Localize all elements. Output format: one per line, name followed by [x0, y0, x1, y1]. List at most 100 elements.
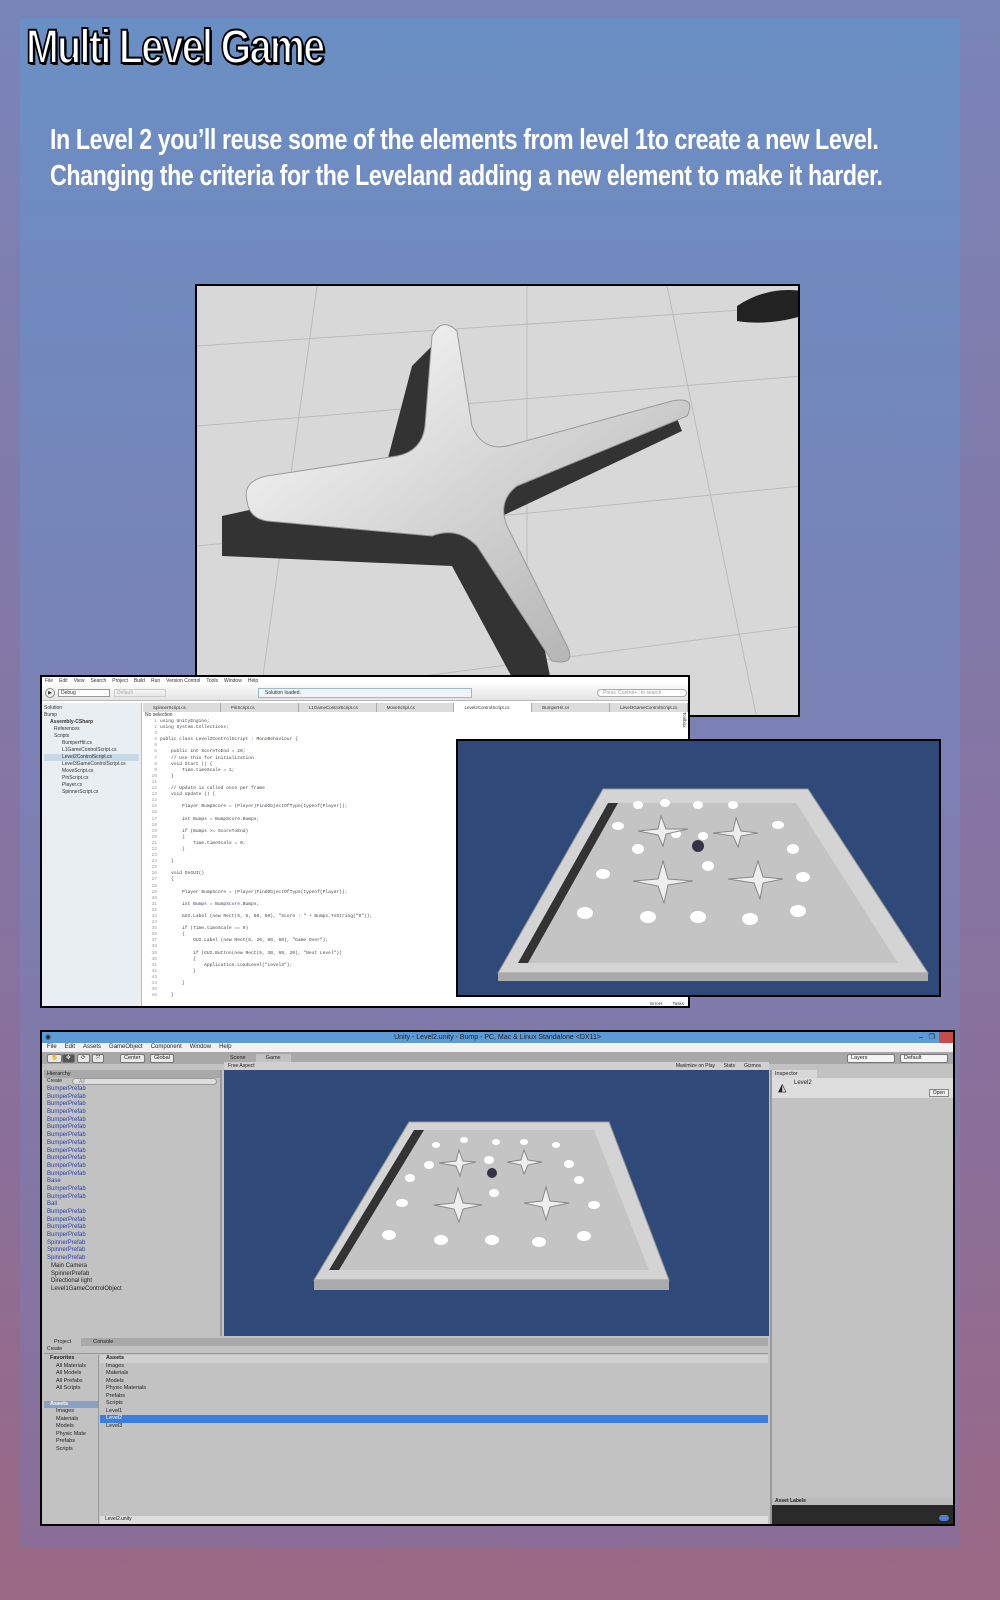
close-button[interactable]: [939, 1032, 953, 1043]
folder-item[interactable]: Images: [44, 1408, 98, 1416]
move-tool-icon[interactable]: ✥: [62, 1054, 75, 1063]
menu-assets[interactable]: Assets: [83, 1043, 101, 1052]
tab[interactable]: L1GameControlScript.cs: [299, 703, 377, 712]
hierarchy-item[interactable]: BumperPrefab: [44, 1171, 220, 1179]
hierarchy-item[interactable]: BumperPrefab: [44, 1132, 220, 1140]
favorite-item[interactable]: All Materials: [44, 1363, 98, 1371]
asset-item[interactable]: Physic Materials: [100, 1385, 768, 1393]
hierarchy-item[interactable]: BumperPrefab: [44, 1117, 220, 1125]
tab-inspector[interactable]: Inspector: [772, 1070, 817, 1078]
config-select[interactable]: Debug: [58, 689, 110, 697]
run-button[interactable]: ▶: [45, 688, 55, 698]
hierarchy-item[interactable]: BumperPrefab: [44, 1217, 220, 1225]
label-tag-icon[interactable]: [939, 1515, 949, 1521]
asset-item[interactable]: Level1: [100, 1408, 768, 1416]
asset-item-selected[interactable]: Level2: [100, 1415, 768, 1423]
hierarchy-item[interactable]: BumperPrefab: [44, 1148, 220, 1156]
tree-item[interactable]: References: [44, 726, 139, 733]
tab[interactable]: BumperHit.cs: [532, 703, 611, 712]
menu-project[interactable]: Project: [112, 678, 128, 684]
hierarchy-item[interactable]: Base: [44, 1178, 220, 1186]
hierarchy-item[interactable]: BumperPrefab: [44, 1163, 220, 1171]
hand-tool-icon[interactable]: ✋: [47, 1054, 62, 1063]
tree-item[interactable]: L1GameControlScript.cs: [44, 747, 139, 754]
maximize-on-play-toggle[interactable]: Maximize on Play: [676, 1062, 715, 1070]
hierarchy-item[interactable]: BumperPrefab: [44, 1109, 220, 1117]
hierarchy-item[interactable]: SpinnerPrefab: [44, 1247, 220, 1255]
create-button[interactable]: Create: [47, 1078, 62, 1084]
menu-tools[interactable]: Tools: [206, 678, 218, 684]
menu-version-control[interactable]: Version Control: [166, 678, 200, 684]
tab[interactable]: PinScript.cs: [221, 703, 299, 712]
asset-item[interactable]: Level3: [100, 1423, 768, 1431]
hierarchy-item[interactable]: BumperPrefab: [44, 1209, 220, 1217]
aspect-dropdown[interactable]: Free Aspect: [224, 1063, 255, 1069]
menu-search[interactable]: Search: [90, 678, 106, 684]
hierarchy-item[interactable]: Level1GameControlObject: [44, 1286, 220, 1294]
menu-window[interactable]: Window: [190, 1043, 211, 1052]
hierarchy-item[interactable]: BumperPrefab: [44, 1140, 220, 1148]
tree-item[interactable]: Bump: [44, 712, 139, 719]
menu-help[interactable]: Help: [219, 1043, 231, 1052]
rotate-tool-icon[interactable]: ⟳: [77, 1054, 90, 1063]
target-select[interactable]: Default: [114, 689, 166, 697]
hierarchy-item[interactable]: SpinnerPrefab: [44, 1255, 220, 1263]
toolbox-tab[interactable]: Toolbox: [682, 712, 687, 728]
tab-game[interactable]: Game: [255, 1054, 291, 1062]
hierarchy-item[interactable]: BumperPrefab: [44, 1101, 220, 1109]
tab[interactable]: SpinnerScript.cs: [143, 703, 221, 712]
folder-item[interactable]: Materials: [44, 1416, 98, 1424]
menu-edit[interactable]: Edit: [65, 1043, 75, 1052]
favorites-header[interactable]: Favorites: [44, 1355, 98, 1363]
hierarchy-item[interactable]: Directional light: [44, 1278, 220, 1286]
menu-help[interactable]: Help: [248, 678, 258, 684]
tree-item-selected[interactable]: Level2ControlScript.cs: [44, 754, 139, 761]
tree-item[interactable]: Level3GameControlScript.cs: [44, 761, 139, 768]
search-input[interactable]: Press 'Control+,' to search: [597, 689, 687, 697]
tab[interactable]: Level3GameControlScript.cs: [610, 703, 688, 712]
pivot-global-toggle[interactable]: Global: [150, 1054, 174, 1063]
hierarchy-item[interactable]: BumperPrefab: [44, 1124, 220, 1132]
hierarchy-item[interactable]: BumperPrefab: [44, 1155, 220, 1163]
hierarchy-item[interactable]: BumperPrefab: [44, 1224, 220, 1232]
folder-item[interactable]: Physic Mate: [44, 1431, 98, 1439]
hierarchy-item[interactable]: SpinnerPrefab: [44, 1240, 220, 1248]
minimize-button[interactable]: –: [919, 1032, 923, 1043]
folder-item[interactable]: Prefabs: [44, 1438, 98, 1446]
tab-active[interactable]: Level2ControlScript.cs: [454, 703, 533, 712]
tab-scene[interactable]: Scene: [224, 1054, 252, 1062]
assets-root[interactable]: Assets: [44, 1400, 98, 1408]
menu-build[interactable]: Build: [134, 678, 145, 684]
menu-file[interactable]: File: [45, 678, 53, 684]
asset-item[interactable]: Images: [100, 1363, 768, 1371]
layout-dropdown[interactable]: Default: [900, 1054, 948, 1063]
tree-item[interactable]: Player.cs: [44, 782, 139, 789]
hierarchy-item[interactable]: SpinnerPrefab: [44, 1271, 220, 1279]
layers-dropdown[interactable]: Layers: [847, 1054, 895, 1063]
asset-item[interactable]: Materials: [100, 1370, 768, 1378]
tree-item[interactable]: Scripts: [44, 733, 139, 740]
hierarchy-item[interactable]: BumperPrefab: [44, 1186, 220, 1194]
gizmos-dropdown[interactable]: Gizmos: [744, 1062, 761, 1070]
stats-toggle[interactable]: Stats: [724, 1062, 735, 1070]
tree-item[interactable]: SpinnerScript.cs: [44, 789, 139, 796]
hierarchy-search[interactable]: All: [72, 1078, 217, 1085]
asset-item[interactable]: Models: [100, 1378, 768, 1386]
project-create-button[interactable]: Create: [44, 1346, 768, 1354]
favorite-item[interactable]: All Models: [44, 1370, 98, 1378]
folder-item[interactable]: Scripts: [44, 1446, 98, 1454]
open-button[interactable]: Open: [928, 1089, 949, 1097]
hierarchy-item[interactable]: BumperPrefab: [44, 1086, 220, 1094]
tree-item[interactable]: Assembly-CSharp: [44, 719, 139, 726]
maximize-button[interactable]: ❐: [929, 1032, 935, 1043]
menu-component[interactable]: Component: [151, 1043, 182, 1052]
tab-hierarchy[interactable]: Hierarchy: [44, 1070, 220, 1078]
hierarchy-item[interactable]: BumperPrefab: [44, 1194, 220, 1202]
tasks-button[interactable]: Tasks: [672, 1001, 684, 1006]
menu-run[interactable]: Run: [151, 678, 160, 684]
favorite-item[interactable]: All Prefabs: [44, 1378, 98, 1386]
hierarchy-item[interactable]: Ball: [44, 1201, 220, 1209]
asset-item[interactable]: Scripts: [100, 1400, 768, 1408]
menu-edit[interactable]: Edit: [59, 678, 68, 684]
menu-gameobject[interactable]: GameObject: [109, 1043, 143, 1052]
